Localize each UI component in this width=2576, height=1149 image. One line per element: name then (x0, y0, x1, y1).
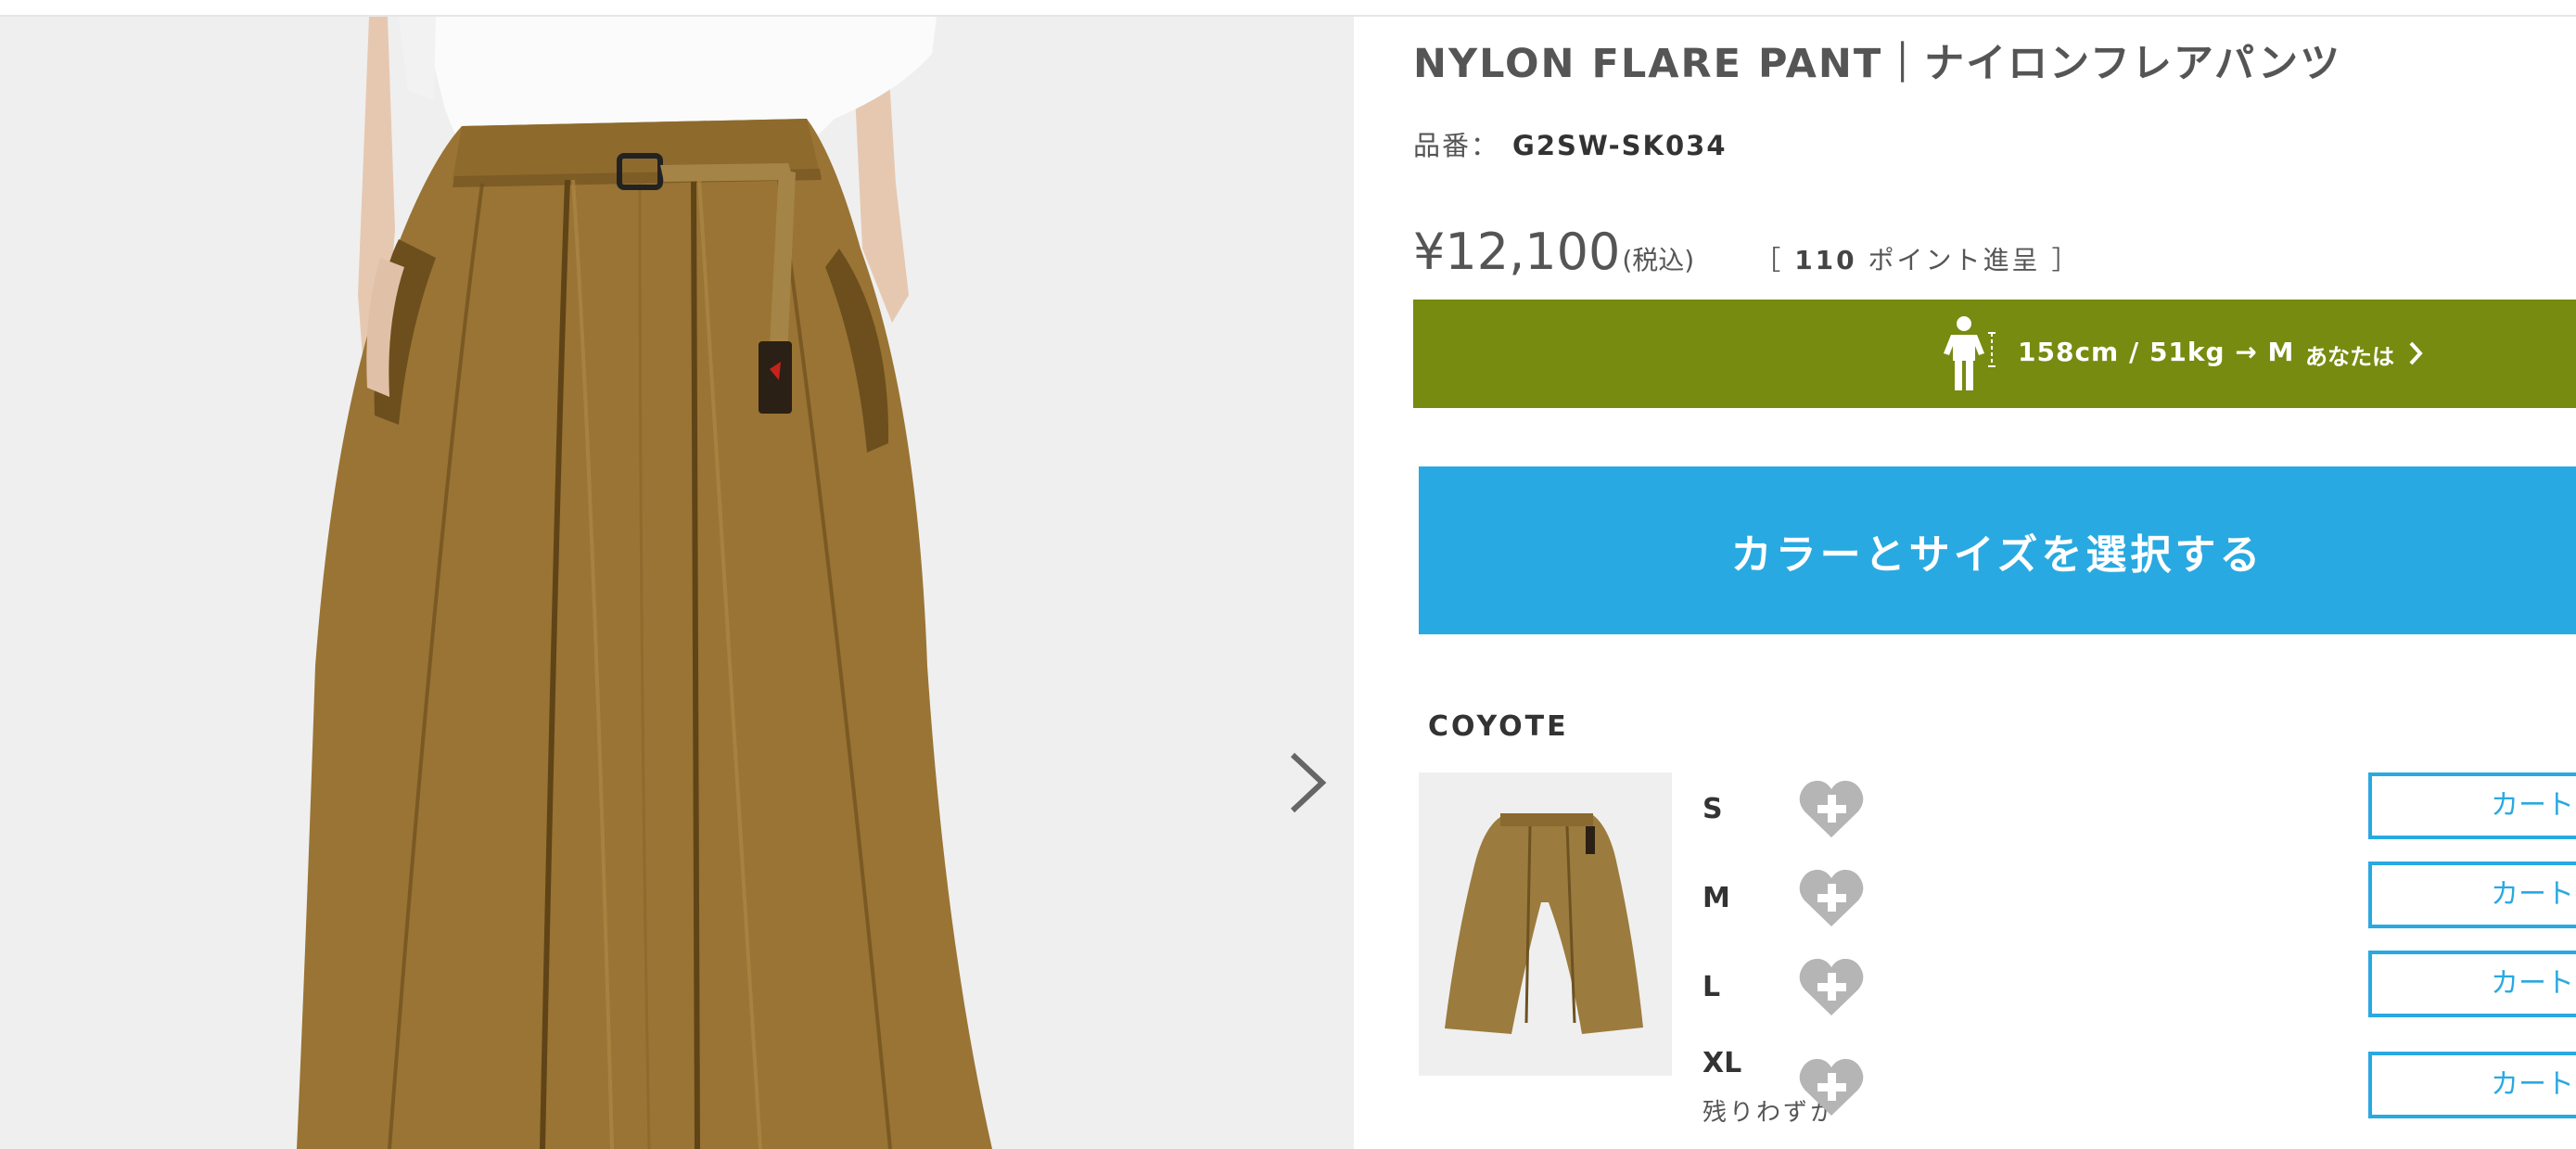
chevron-right-icon[interactable] (1278, 747, 1333, 818)
points-prefix: ［ (1754, 245, 1784, 275)
add-to-cart-button[interactable]: カート (2368, 951, 2576, 1017)
add-to-cart-button[interactable]: カート (2368, 862, 2576, 928)
add-to-cart-button[interactable]: カート (2368, 1052, 2576, 1118)
size-label: M (1702, 882, 1730, 914)
product-image-gallery[interactable] (0, 17, 1354, 1149)
sku-value: G2SW-SK034 (1512, 130, 1728, 161)
variant-thumbnail (1419, 772, 1672, 1076)
size-label: XL (1702, 1047, 1742, 1079)
points-suffix: ポイント進呈 ］ (1868, 245, 2081, 275)
top-divider (0, 0, 2576, 17)
color-name: COYOTE (1428, 710, 1569, 743)
heart-plus-icon[interactable] (1797, 776, 1866, 841)
person-size-icon (1944, 316, 1996, 390)
size-label: L (1702, 971, 1721, 1003)
points-value: 110 (1794, 245, 1857, 275)
price: ¥12,100 (1413, 223, 1621, 281)
size-recommendation-you: あなたは (2305, 344, 2394, 370)
size-recommendation-text: 158cm / 51kg → M (2018, 337, 2295, 367)
size-label: S (1702, 793, 1723, 825)
chevron-right-icon (2409, 341, 2423, 365)
sku-label: 品番： (1413, 130, 1500, 161)
heart-plus-icon[interactable] (1797, 1054, 1866, 1119)
price-row: ¥12,100(税込) ［ 110 ポイント進呈 ］ (1413, 223, 2080, 281)
select-color-size-button[interactable]: カラーとサイズを選択する (1419, 466, 2576, 634)
add-to-cart-button[interactable]: カート (2368, 772, 2576, 839)
product-title: NYLON FLARE PANT｜ナイロンフレアパンツ (1413, 41, 2342, 87)
size-recommendation-banner[interactable]: 158cm / 51kg → M あなたは (1413, 300, 2576, 408)
heart-plus-icon[interactable] (1797, 865, 1866, 930)
heart-plus-icon[interactable] (1797, 954, 1866, 1019)
tax-note: (税込) (1622, 245, 1695, 275)
product-main-image (0, 17, 1354, 1149)
points-info: ［ 110 ポイント進呈 ］ (1754, 245, 2080, 275)
sku-row: 品番： G2SW-SK034 (1413, 124, 1728, 163)
